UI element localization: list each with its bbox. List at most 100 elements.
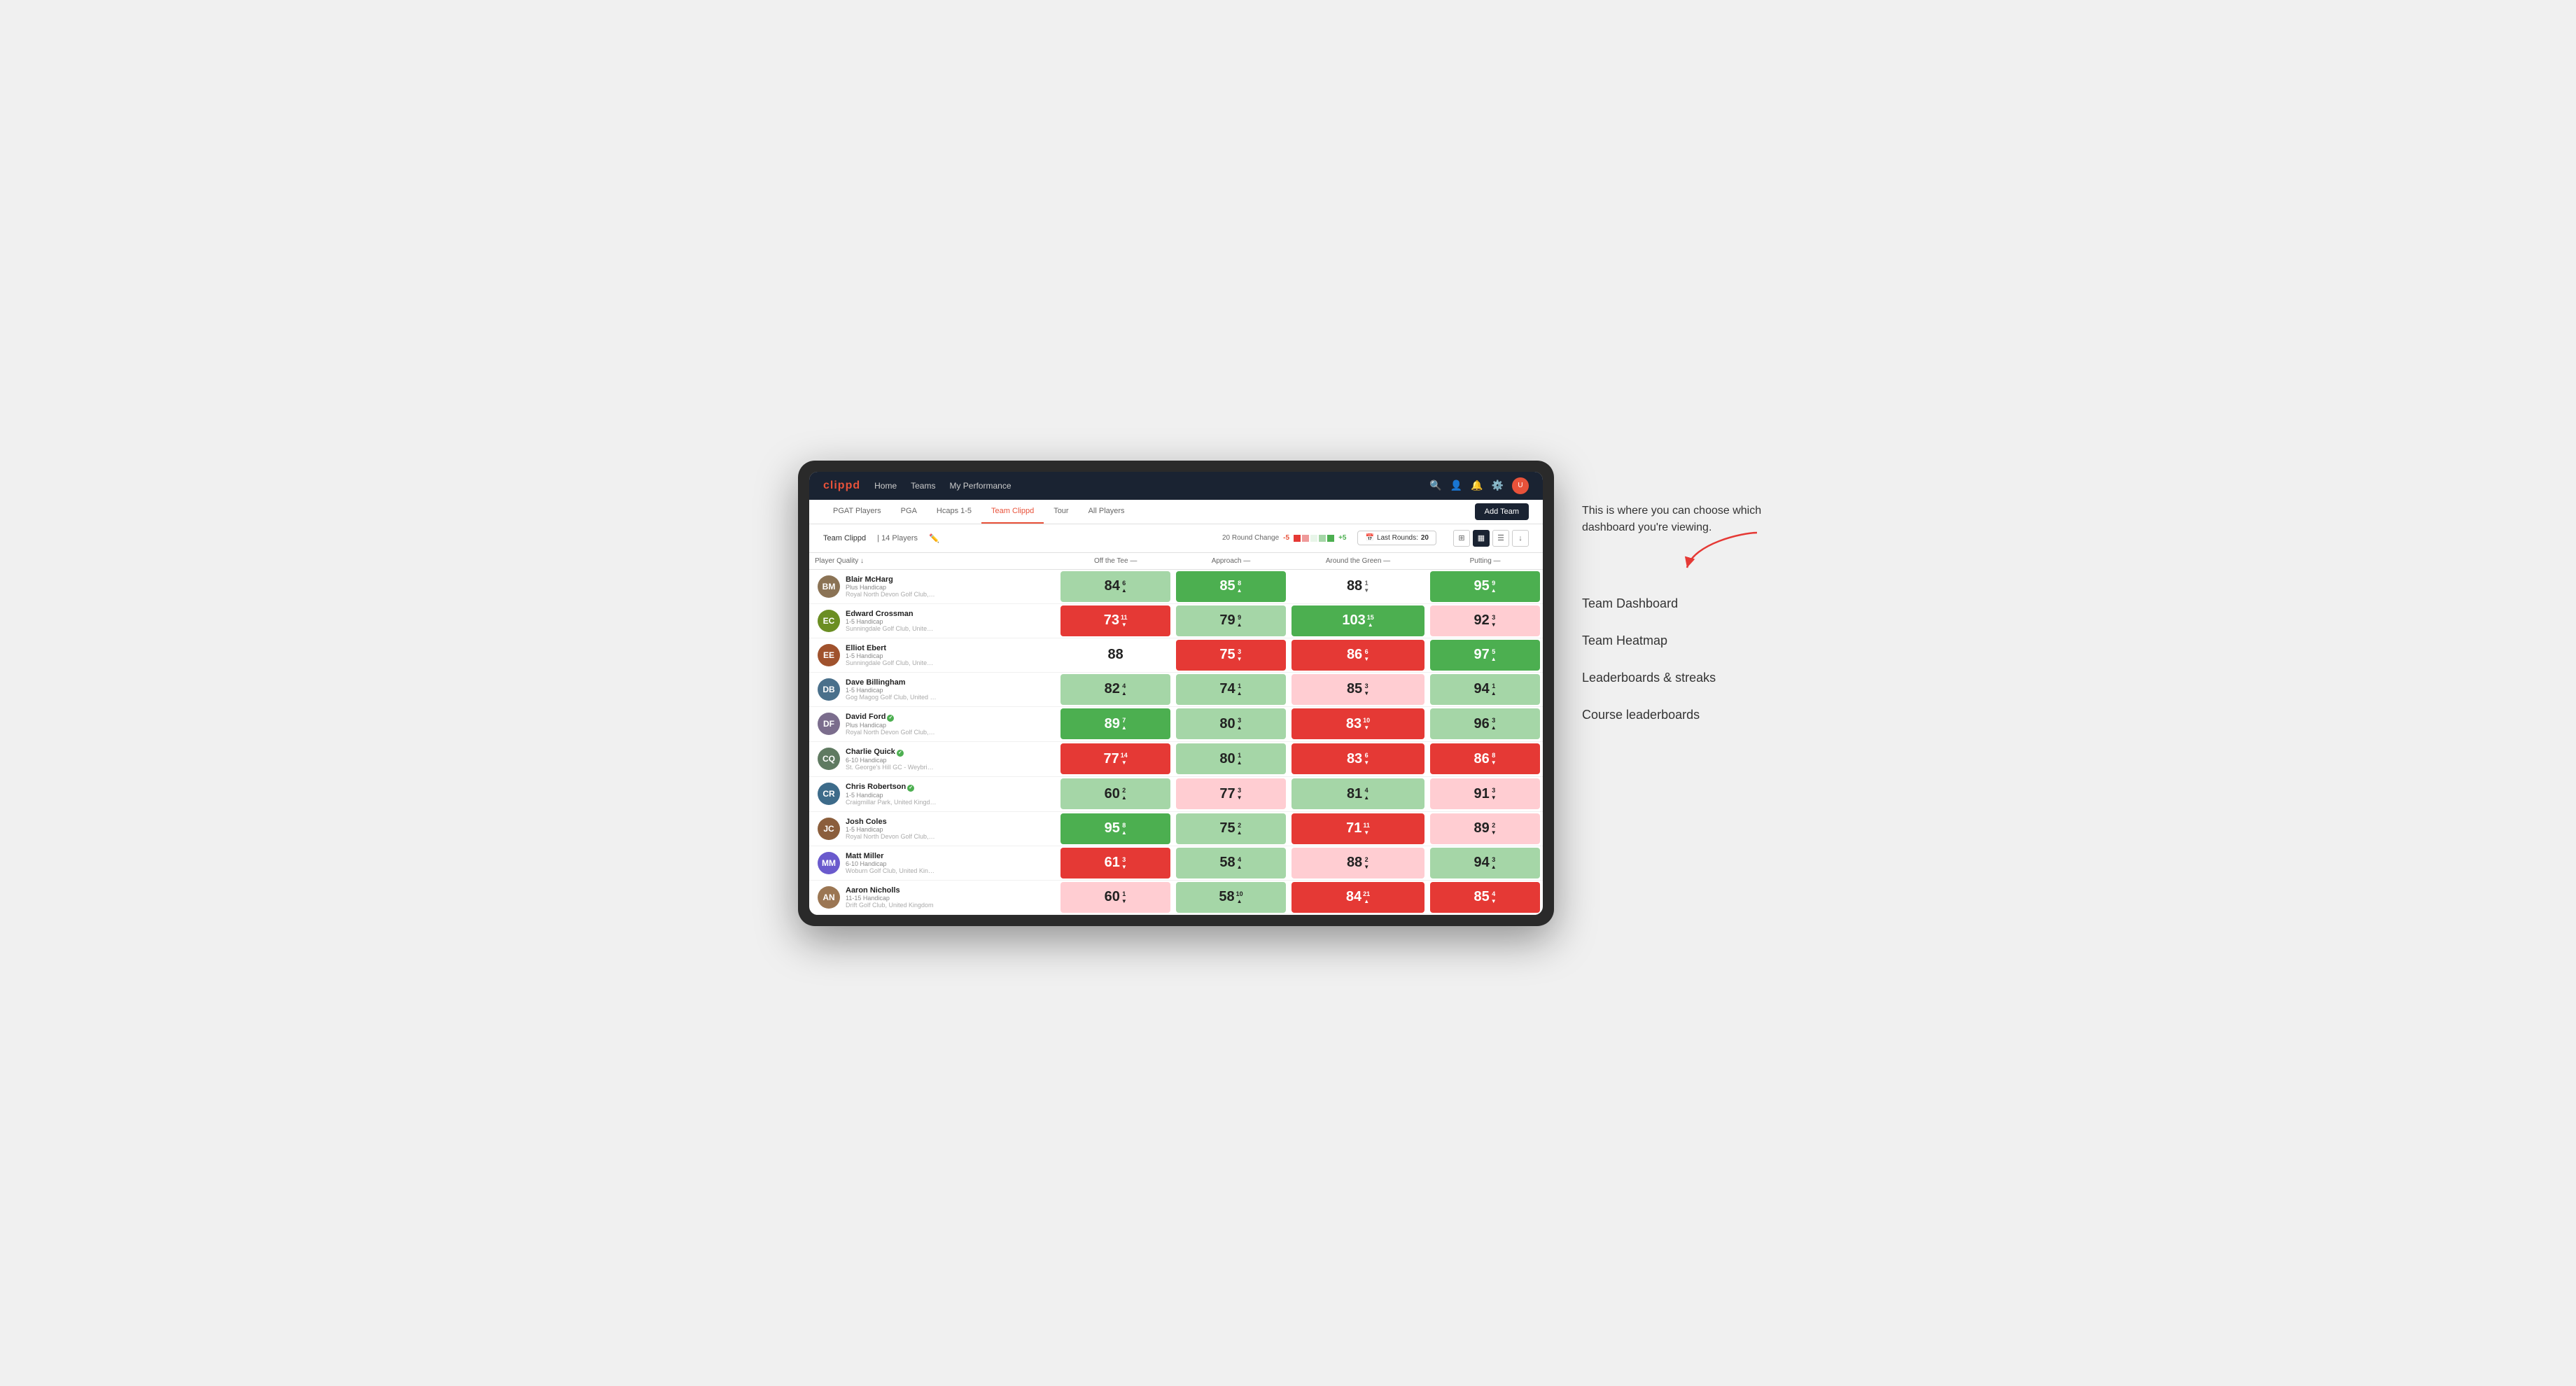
player-avatar: EC — [818, 610, 840, 632]
score-change: 1 ▼ — [1364, 580, 1369, 594]
score-number: 75 — [1219, 647, 1235, 663]
score-cell-approach: 58 10 ▲ — [1173, 880, 1289, 914]
score-change: 4 ▲ — [1364, 787, 1369, 801]
player-table: Player Quality ↓ Off the Tee — Approach … — [809, 553, 1543, 915]
player-club: Craigmillar Park, United Kingdom — [846, 799, 937, 806]
score-cell-off_tee: 82 4 ▲ — [1058, 672, 1173, 706]
score-cell-putting: 94 1 ▲ — [1427, 672, 1543, 706]
score-change: 14 ▼ — [1121, 752, 1128, 766]
grid-view-button[interactable]: ⊞ — [1453, 530, 1470, 547]
header-around-green[interactable]: Around the Green — — [1289, 553, 1427, 570]
player-avatar: AN — [818, 886, 840, 909]
score-box: 58 4 ▲ — [1176, 848, 1286, 878]
header-putting[interactable]: Putting — — [1427, 553, 1543, 570]
score-box: 79 9 ▲ — [1176, 606, 1286, 636]
score-number: 75 — [1219, 820, 1235, 836]
score-number: 84 — [1346, 889, 1362, 905]
score-number: 92 — [1474, 612, 1490, 629]
add-team-button[interactable]: Add Team — [1475, 503, 1529, 520]
settings-icon[interactable]: ⚙️ — [1492, 479, 1504, 491]
score-box: 81 4 ▲ — [1292, 778, 1424, 809]
table-header-row: Player Quality ↓ Off the Tee — Approach … — [809, 553, 1543, 570]
nav-link-home[interactable]: Home — [874, 481, 897, 491]
calendar-icon: 📅 — [1365, 534, 1373, 542]
player-club: Drift Golf Club, United Kingdom — [846, 902, 934, 909]
player-cell[interactable]: AN Aaron Nicholls 11-15 Handicap Drift G… — [809, 880, 1058, 914]
score-change: 1 ▲ — [1237, 682, 1242, 696]
annotation-team-dashboard: Team Dashboard — [1582, 585, 1778, 622]
score-change: 4 ▲ — [1237, 856, 1242, 870]
avatar[interactable]: U — [1512, 477, 1529, 494]
last-rounds-button[interactable]: 📅 Last Rounds: 20 — [1357, 531, 1436, 545]
edit-icon[interactable]: ✏️ — [929, 533, 939, 543]
player-cell[interactable]: DF David Ford✓ Plus Handicap Royal North… — [809, 706, 1058, 741]
player-avatar: MM — [818, 852, 840, 874]
score-change: 11 ▼ — [1363, 822, 1370, 836]
tab-pga[interactable]: PGA — [891, 500, 927, 524]
tab-pgat[interactable]: PGAT Players — [823, 500, 891, 524]
table-row: BM Blair McHarg Plus Handicap Royal Nort… — [809, 569, 1543, 603]
nav-link-performance[interactable]: My Performance — [949, 481, 1011, 491]
score-number: 95 — [1474, 578, 1490, 594]
player-name: Josh Coles — [846, 818, 937, 826]
score-cell-approach: 79 9 ▲ — [1173, 603, 1289, 638]
score-box: 82 4 ▲ — [1060, 674, 1170, 705]
player-name: Chris Robertson✓ — [846, 783, 937, 792]
player-avatar: EE — [818, 644, 840, 666]
score-number: 82 — [1105, 681, 1120, 697]
header-approach[interactable]: Approach — — [1173, 553, 1289, 570]
tab-all-players[interactable]: All Players — [1079, 500, 1135, 524]
player-cell[interactable]: EE Elliot Ebert 1-5 Handicap Sunningdale… — [809, 638, 1058, 672]
score-box: 86 6 ▼ — [1292, 640, 1424, 671]
score-box: 61 3 ▼ — [1060, 848, 1170, 878]
tab-tour[interactable]: Tour — [1044, 500, 1078, 524]
player-cell[interactable]: EC Edward Crossman 1-5 Handicap Sunningd… — [809, 603, 1058, 638]
bell-icon[interactable]: 🔔 — [1471, 479, 1483, 491]
score-number: 74 — [1219, 681, 1235, 697]
player-cell[interactable]: DB Dave Billingham 1-5 Handicap Gog Mago… — [809, 672, 1058, 706]
score-change: 15 ▲ — [1367, 614, 1374, 628]
player-avatar: BM — [818, 575, 840, 598]
player-cell[interactable]: CQ Charlie Quick✓ 6-10 Handicap St. Geor… — [809, 741, 1058, 776]
score-number: 73 — [1104, 612, 1119, 629]
person-icon[interactable]: 👤 — [1450, 479, 1462, 491]
list-view-button[interactable]: ☰ — [1492, 530, 1509, 547]
player-cell[interactable]: MM Matt Miller 6-10 Handicap Woburn Golf… — [809, 846, 1058, 880]
player-name: Dave Billingham — [846, 678, 937, 687]
score-change: 3 ▼ — [1491, 614, 1497, 628]
header-off-tee[interactable]: Off the Tee — — [1058, 553, 1173, 570]
header-player[interactable]: Player Quality ↓ — [809, 553, 1058, 570]
score-cell-putting: 91 3 ▼ — [1427, 776, 1543, 811]
tab-team-clippd[interactable]: Team Clippd — [981, 500, 1044, 524]
score-change: 1 ▲ — [1491, 682, 1497, 696]
nav-icons: 🔍 👤 🔔 ⚙️ U — [1429, 477, 1529, 494]
score-cell-approach: 77 3 ▼ — [1173, 776, 1289, 811]
player-handicap: 6-10 Handicap — [846, 860, 937, 867]
player-cell[interactable]: JC Josh Coles 1-5 Handicap Royal North D… — [809, 811, 1058, 846]
score-change: 3 ▼ — [1237, 787, 1242, 801]
player-club: Gog Magog Golf Club, United Kingdom — [846, 694, 937, 701]
app-logo[interactable]: clippd — [823, 479, 860, 492]
player-club: Woburn Golf Club, United Kingdom — [846, 867, 937, 874]
score-number: 88 — [1347, 578, 1362, 594]
tab-hcaps[interactable]: Hcaps 1-5 — [927, 500, 981, 524]
tablet-screen: clippd Home Teams My Performance 🔍 👤 🔔 ⚙… — [809, 472, 1543, 915]
player-cell[interactable]: CR Chris Robertson✓ 1-5 Handicap Craigmi… — [809, 776, 1058, 811]
score-cell-around: 84 21 ▲ — [1289, 880, 1427, 914]
player-cell[interactable]: BM Blair McHarg Plus Handicap Royal Nort… — [809, 569, 1058, 603]
nav-link-teams[interactable]: Teams — [911, 481, 935, 491]
score-cell-off_tee: 89 7 ▲ — [1058, 706, 1173, 741]
score-box: 92 3 ▼ — [1430, 606, 1540, 636]
score-cell-putting: 86 8 ▼ — [1427, 741, 1543, 776]
score-cell-approach: 80 3 ▲ — [1173, 706, 1289, 741]
verified-icon: ✓ — [897, 750, 904, 757]
player-info: Josh Coles 1-5 Handicap Royal North Devo… — [846, 818, 937, 840]
score-number: 60 — [1105, 889, 1120, 905]
table-row: CQ Charlie Quick✓ 6-10 Handicap St. Geor… — [809, 741, 1543, 776]
download-button[interactable]: ↓ — [1512, 530, 1529, 547]
search-icon[interactable]: 🔍 — [1429, 479, 1441, 491]
heatmap-view-button[interactable]: ▦ — [1473, 530, 1490, 547]
score-number: 85 — [1347, 681, 1362, 697]
player-handicap: 1-5 Handicap — [846, 652, 937, 659]
score-change: 10 ▲ — [1236, 890, 1243, 904]
